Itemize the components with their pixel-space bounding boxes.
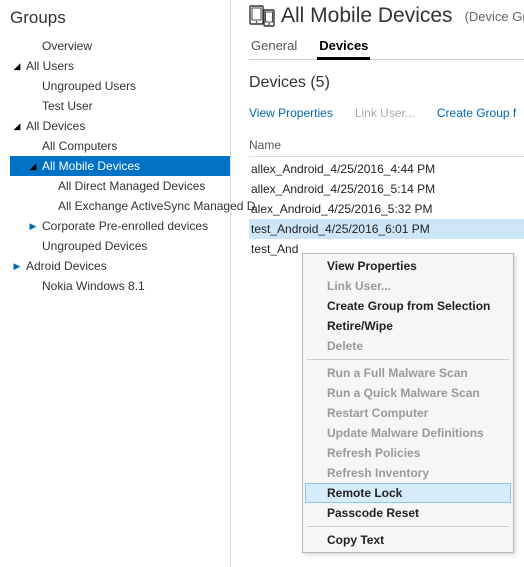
tree-item[interactable]: ◢ All Users	[10, 56, 230, 76]
action-link[interactable]: Create Group f	[437, 106, 516, 120]
tree-item-label: Ungrouped Devices	[42, 239, 147, 253]
tabs: General Devices	[249, 34, 524, 60]
menu-item: Run a Full Malware Scan	[305, 363, 511, 383]
chevron-down-icon[interactable]: ◢	[28, 161, 38, 172]
chevron-down-icon[interactable]: ◢	[12, 121, 22, 132]
sidebar-title: Groups	[10, 8, 230, 28]
tree-item[interactable]: ◢ All Devices	[10, 116, 230, 136]
table-body: allex_Android_4/25/2016_4:44 PMallex_And…	[249, 159, 524, 259]
menu-item[interactable]: Passcode Reset	[305, 503, 511, 523]
table-row[interactable]: alex_Android_4/25/2016_5:32 PM	[249, 199, 524, 219]
tree-item[interactable]: ◢ All Mobile Devices	[10, 156, 230, 176]
action-link[interactable]: View Properties	[249, 106, 333, 120]
tree-item[interactable]: All Exchange ActiveSync Managed D	[10, 196, 230, 216]
tree-item[interactable]: Ungrouped Users	[10, 76, 230, 96]
tree: Overview ◢ All Users Ungrouped Users Test Us…	[10, 36, 230, 296]
menu-item: Restart Computer	[305, 403, 511, 423]
section-heading: Devices (5)	[249, 74, 524, 92]
tree-item-label: Ungrouped Users	[42, 79, 136, 93]
tab-devices[interactable]: Devices	[317, 34, 370, 59]
tree-item-label: Adroid Devices	[26, 259, 107, 273]
menu-item[interactable]: Retire/Wipe	[305, 316, 511, 336]
table-row[interactable]: test_Android_4/25/2016_6:01 PM	[249, 219, 524, 239]
action-links: View Properties Link User... Create Group …	[249, 106, 524, 120]
menu-item: Run a Quick Malware Scan	[305, 383, 511, 403]
menu-item[interactable]: View Properties	[305, 256, 511, 276]
tree-item[interactable]: Overview	[10, 36, 230, 56]
tree-item-label: Nokia Windows 8.1	[42, 279, 145, 293]
tree-item-label: All Mobile Devices	[42, 159, 140, 173]
tree-item[interactable]: Ungrouped Devices	[10, 236, 230, 256]
menu-separator	[307, 359, 509, 360]
menu-item: Refresh Inventory	[305, 463, 511, 483]
tab-general[interactable]: General	[249, 34, 299, 59]
chevron-right-icon[interactable]: ▶	[12, 261, 22, 272]
tree-item-label: All Devices	[26, 119, 85, 133]
context-menu: View PropertiesLink User...Create Group …	[302, 253, 514, 553]
tree-item-label: All Users	[26, 59, 74, 73]
menu-item: Link User...	[305, 276, 511, 296]
table-row[interactable]: allex_Android_4/25/2016_4:44 PM	[249, 159, 524, 179]
table-row[interactable]: allex_Android_4/25/2016_5:14 PM	[249, 179, 524, 199]
tree-item[interactable]: Nokia Windows 8.1	[10, 276, 230, 296]
tree-item[interactable]: Test User	[10, 96, 230, 116]
tree-item-label: All Computers	[42, 139, 117, 153]
menu-item: Delete	[305, 336, 511, 356]
menu-item: Refresh Policies	[305, 443, 511, 463]
chevron-down-icon[interactable]: ◢	[12, 61, 22, 72]
column-header-name[interactable]: Name	[249, 134, 524, 157]
menu-item[interactable]: Create Group from Selection	[305, 296, 511, 316]
action-link: Link User...	[355, 106, 415, 120]
menu-item: Update Malware Definitions	[305, 423, 511, 443]
title-row: All Mobile Devices (Device Grou	[249, 4, 524, 28]
menu-separator	[307, 526, 509, 527]
page-title: All Mobile Devices	[281, 4, 453, 28]
chevron-right-icon[interactable]: ▶	[28, 221, 38, 232]
tree-item-label: Corporate Pre-enrolled devices	[42, 219, 208, 233]
tree-item[interactable]: All Computers	[10, 136, 230, 156]
page-subtitle: (Device Grou	[465, 9, 524, 24]
tree-item-label: All Exchange ActiveSync Managed D	[58, 199, 255, 213]
tree-item-label: Overview	[42, 39, 92, 53]
tree-item[interactable]: ▶ Corporate Pre-enrolled devices	[10, 216, 230, 236]
tree-item[interactable]: All Direct Managed Devices	[10, 176, 230, 196]
mobile-devices-icon	[249, 5, 275, 27]
tree-item[interactable]: ▶ Adroid Devices	[10, 256, 230, 276]
sidebar: Groups Overview ◢ All Users Ungrouped Users…	[0, 0, 231, 567]
menu-item[interactable]: Copy Text	[305, 530, 511, 550]
tree-item-label: Test User	[42, 99, 93, 113]
tree-item-label: All Direct Managed Devices	[58, 179, 205, 193]
menu-item[interactable]: Remote Lock	[305, 483, 511, 503]
